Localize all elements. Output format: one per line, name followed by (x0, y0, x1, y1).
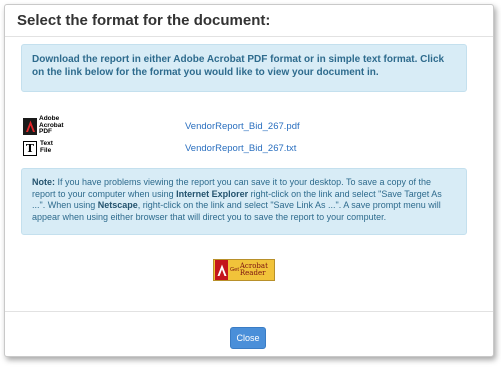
dialog-title: Select the format for the document: (17, 12, 271, 29)
download-row-txt: T Text File VendorReport_Bid_267.txt (23, 137, 463, 159)
adobe-logo-icon (215, 260, 228, 280)
save-note: Note: If you have problems viewing the r… (21, 168, 467, 235)
adobe-acrobat-pdf-icon: Adobe Acrobat PDF (23, 116, 75, 136)
get-acrobat-reader-badge[interactable]: Get Acrobat Reader (213, 259, 275, 281)
pdf-download-link[interactable]: VendorReport_Bid_267.pdf (185, 121, 300, 132)
dialog-header: Select the format for the document: (5, 5, 493, 37)
note-label: Note: (32, 177, 55, 187)
intro-message: Download the report in either Adobe Acro… (21, 44, 467, 92)
text-file-icon: T Text File (23, 139, 75, 157)
pdf-icon-label-3: PDF (39, 128, 52, 136)
download-row-pdf: Adobe Acrobat PDF VendorReport_Bid_267.p… (23, 115, 463, 137)
badge-product-line2: Reader (239, 269, 266, 277)
badge-get-text: Get (230, 267, 239, 273)
text-file-letter: T (23, 140, 37, 156)
format-dialog: Select the format for the document: Down… (4, 4, 494, 357)
note-ie: Internet Explorer (176, 188, 249, 199)
footer-divider (5, 311, 493, 312)
download-list: Adobe Acrobat PDF VendorReport_Bid_267.p… (23, 115, 463, 159)
note-netscape: Netscape (97, 200, 138, 210)
acrobat-logo-icon (23, 117, 37, 135)
close-button[interactable]: Close (230, 327, 266, 349)
txt-download-link[interactable]: VendorReport_Bid_267.txt (185, 143, 296, 154)
txt-icon-label-2: File (40, 147, 52, 154)
